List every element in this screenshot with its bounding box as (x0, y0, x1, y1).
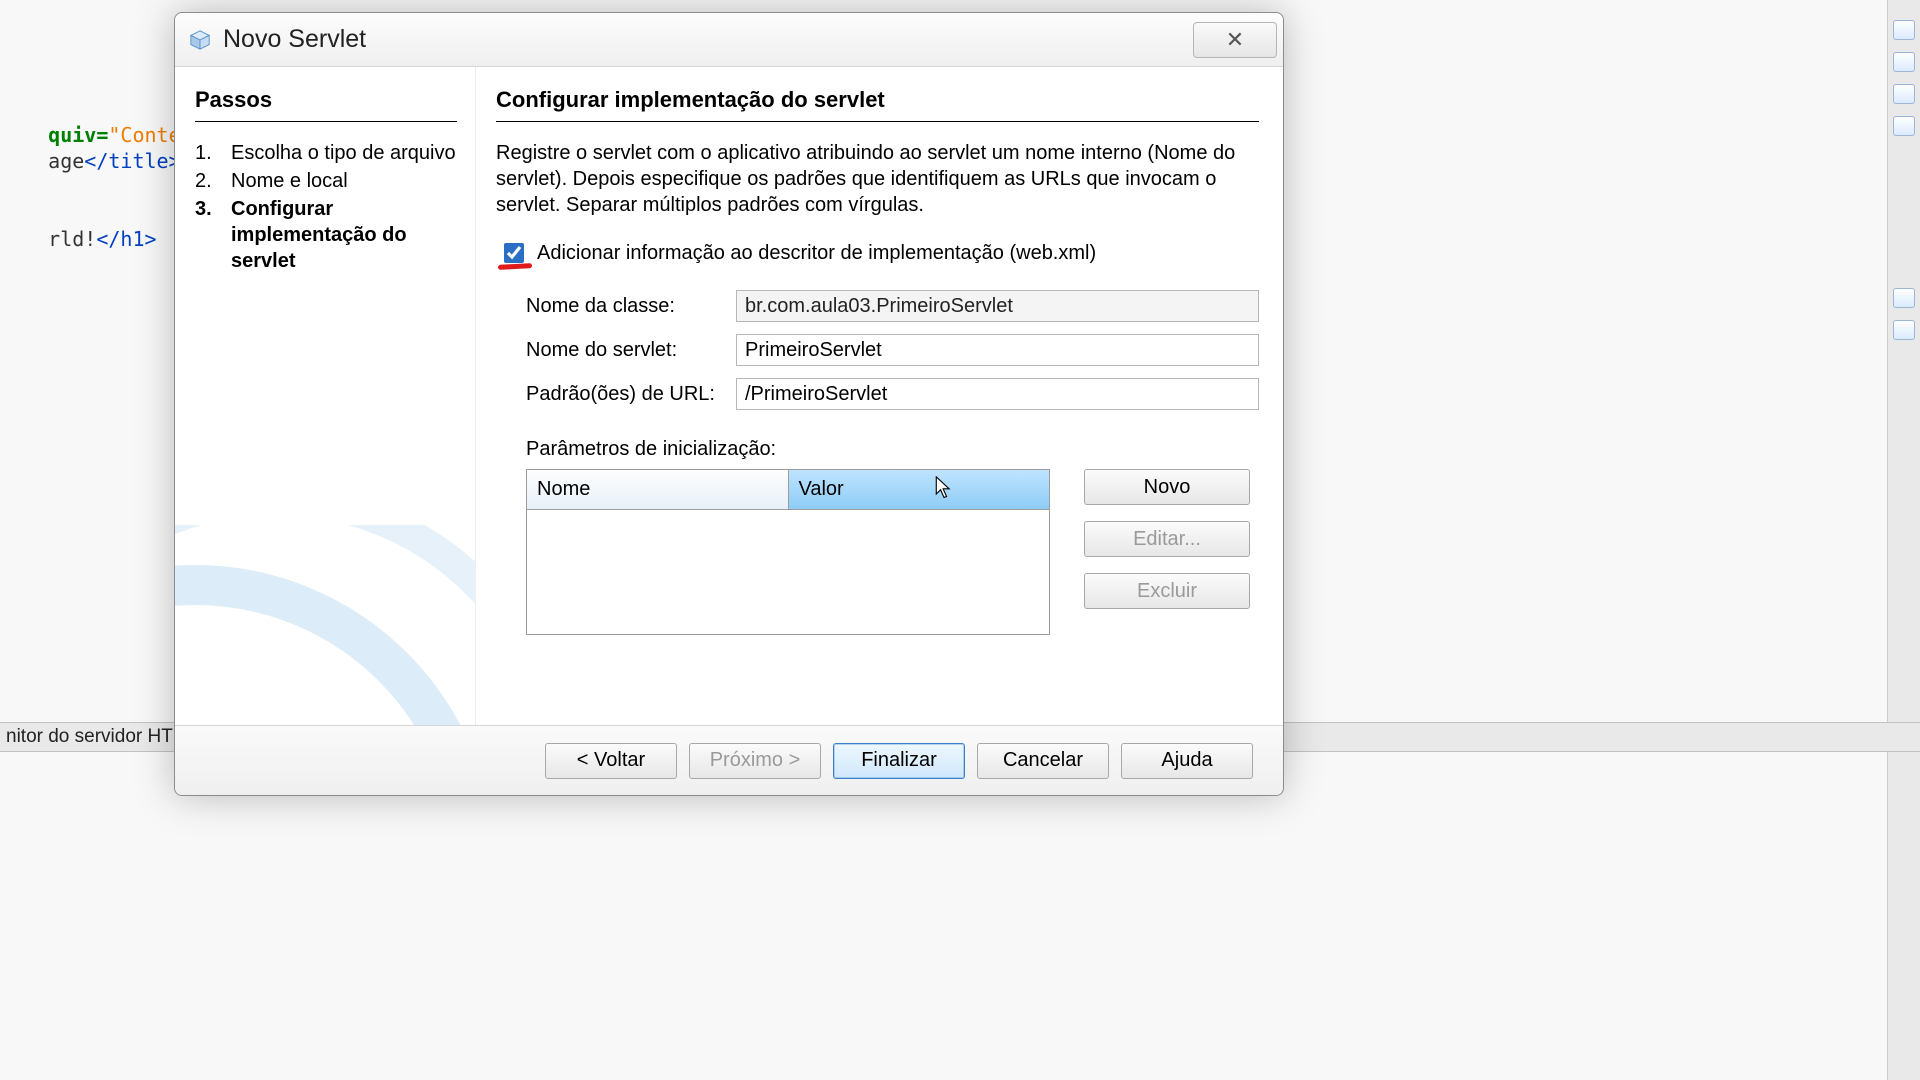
init-params-buttons: Novo Editar... Excluir (1084, 469, 1250, 635)
servlet-name-row: Nome do servlet: (496, 334, 1259, 366)
url-pattern-label: Padrão(ões) de URL: (526, 383, 736, 406)
step-label: Nome e local (231, 168, 348, 194)
dialog-body: Passos 1. Escolha o tipo de arquivo 2. N… (175, 67, 1283, 725)
palette-strip-icon[interactable] (1893, 288, 1915, 308)
init-params-label: Parâmetros de inicialização: (526, 438, 1259, 461)
step-number: 2. (195, 168, 217, 194)
code-frag: rld! (48, 227, 96, 251)
palette-strip-icon[interactable] (1893, 52, 1915, 72)
wizard-main-panel: Configurar implementação do servlet Regi… (475, 67, 1283, 725)
palette-strip-icon[interactable] (1893, 20, 1915, 40)
delete-param-button[interactable]: Excluir (1084, 573, 1250, 609)
section-title: Configurar implementação do servlet (496, 87, 1259, 122)
add-to-webxml-label: Adicionar informação ao descritor de imp… (537, 242, 1096, 265)
close-icon: ✕ (1226, 27, 1244, 53)
step-number: 1. (195, 140, 217, 166)
status-text: nitor do servidor HT (6, 726, 173, 747)
code-frag: </title> (84, 149, 180, 173)
col-header-valor[interactable]: Valor (789, 470, 1050, 510)
url-pattern-input[interactable] (736, 378, 1259, 410)
sidebar-decoration (175, 525, 475, 725)
init-params-table[interactable]: Nome Valor (526, 469, 1050, 635)
table-header-row: Nome Valor (527, 470, 1049, 510)
palette-strip-icon[interactable] (1893, 320, 1915, 340)
help-button[interactable]: Ajuda (1121, 743, 1253, 779)
edit-param-button[interactable]: Editar... (1084, 521, 1250, 557)
step-label: Escolha o tipo de arquivo (231, 140, 456, 166)
wizard-sidebar: Passos 1. Escolha o tipo de arquivo 2. N… (175, 67, 475, 725)
url-pattern-row: Padrão(ões) de URL: (496, 378, 1259, 410)
class-name-row: Nome da classe: br.com.aula03.PrimeiroSe… (496, 290, 1259, 322)
servlet-name-label: Nome do servlet: (526, 339, 736, 362)
code-frag: age (48, 149, 84, 173)
step-2: 2. Nome e local (195, 168, 457, 194)
new-param-button[interactable]: Novo (1084, 469, 1250, 505)
col-header-valor-text: Valor (799, 478, 844, 500)
palette-strip-icon[interactable] (1893, 84, 1915, 104)
steps-list: 1. Escolha o tipo de arquivo 2. Nome e l… (195, 140, 457, 276)
steps-heading: Passos (195, 87, 457, 122)
dialog-footer: < Voltar Próximo > Finalizar Cancelar Aj… (175, 725, 1283, 795)
finish-button[interactable]: Finalizar (833, 743, 965, 779)
section-description: Registre o servlet com o aplicativo atri… (496, 140, 1236, 218)
close-button[interactable]: ✕ (1193, 22, 1277, 58)
dialog-titlebar: Novo Servlet ✕ (175, 13, 1283, 67)
step-1: 1. Escolha o tipo de arquivo (195, 140, 457, 166)
init-params-area: Nome Valor Novo Editar... Excluir (526, 469, 1259, 635)
servlet-name-input[interactable] (736, 334, 1259, 366)
class-name-field: br.com.aula03.PrimeiroServlet (736, 290, 1259, 322)
cube-icon (189, 29, 211, 51)
mouse-cursor-icon (935, 476, 953, 500)
step-number: 3. (195, 196, 217, 222)
step-label: Configurar implementação do servlet (231, 196, 441, 274)
new-servlet-dialog: Novo Servlet ✕ Passos 1. Escolha o tipo … (174, 12, 1284, 796)
col-header-nome[interactable]: Nome (527, 470, 789, 510)
class-name-label: Nome da classe: (526, 295, 736, 318)
back-button[interactable]: < Voltar (545, 743, 677, 779)
palette-strip-icon[interactable] (1893, 116, 1915, 136)
right-tool-strip (1887, 0, 1920, 1080)
cancel-button[interactable]: Cancelar (977, 743, 1109, 779)
add-to-webxml-checkbox[interactable] (504, 243, 524, 263)
dialog-title: Novo Servlet (223, 25, 366, 54)
step-3-current: 3. Configurar implementação do servlet (195, 196, 457, 274)
annotation-underline (498, 263, 532, 270)
add-to-webxml-row: Adicionar informação ao descritor de imp… (500, 240, 1259, 266)
code-frag: </h1> (96, 227, 156, 251)
next-button[interactable]: Próximo > (689, 743, 821, 779)
